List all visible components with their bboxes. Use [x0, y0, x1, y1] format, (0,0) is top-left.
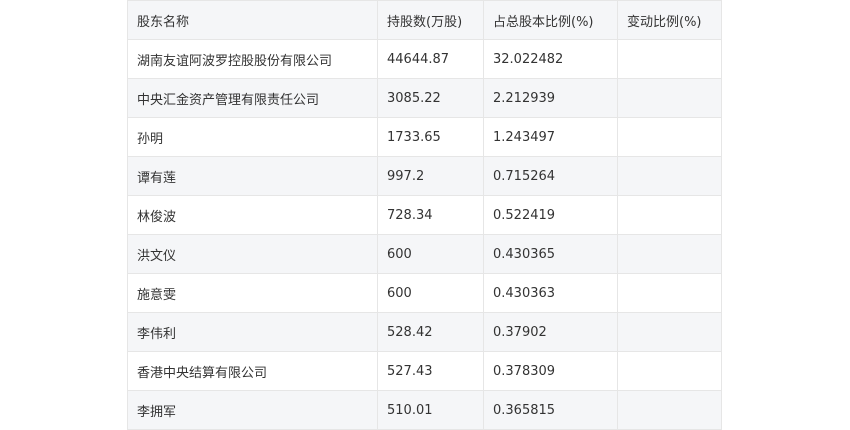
cell-shareholder-name: 施意雯 — [127, 273, 378, 313]
cell-shares-held: 510.01 — [377, 390, 484, 430]
cell-shares-held: 527.43 — [377, 351, 484, 391]
cell-share-ratio: 2.212939 — [483, 78, 618, 118]
cell-shares-held: 528.42 — [377, 312, 484, 352]
cell-shareholder-name: 中央汇金资产管理有限责任公司 — [127, 78, 378, 118]
cell-shareholder-name: 谭有莲 — [127, 156, 378, 196]
table-row: 中央汇金资产管理有限责任公司 3085.22 2.212939 — [127, 78, 722, 118]
cell-change-ratio — [617, 234, 722, 274]
cell-shareholder-name: 孙明 — [127, 117, 378, 157]
cell-share-ratio: 0.365815 — [483, 390, 618, 430]
table-row: 湖南友谊阿波罗控股股份有限公司 44644.87 32.022482 — [127, 39, 722, 79]
cell-change-ratio — [617, 312, 722, 352]
table-row: 李拥军 510.01 0.365815 — [127, 390, 722, 430]
cell-shareholder-name: 李伟利 — [127, 312, 378, 352]
table-row: 施意雯 600 0.430363 — [127, 273, 722, 313]
table-row: 李伟利 528.42 0.37902 — [127, 312, 722, 352]
cell-change-ratio — [617, 390, 722, 430]
cell-shareholder-name: 李拥军 — [127, 390, 378, 430]
header-shares-held: 持股数(万股) — [377, 0, 484, 40]
table-row: 洪文仪 600 0.430365 — [127, 234, 722, 274]
cell-change-ratio — [617, 273, 722, 313]
header-change-ratio: 变动比例(%) — [617, 0, 722, 40]
table-row: 香港中央结算有限公司 527.43 0.378309 — [127, 351, 722, 391]
header-share-ratio: 占总股本比例(%) — [483, 0, 618, 40]
cell-share-ratio: 0.37902 — [483, 312, 618, 352]
table-row: 谭有莲 997.2 0.715264 — [127, 156, 722, 196]
cell-share-ratio: 0.715264 — [483, 156, 618, 196]
cell-shareholder-name: 洪文仪 — [127, 234, 378, 274]
cell-share-ratio: 0.378309 — [483, 351, 618, 391]
cell-share-ratio: 0.430365 — [483, 234, 618, 274]
cell-shares-held: 1733.65 — [377, 117, 484, 157]
shareholder-table-container: 股东名称 持股数(万股) 占总股本比例(%) 变动比例(%) 湖南友谊阿波罗控股… — [127, 0, 722, 430]
cell-change-ratio — [617, 78, 722, 118]
cell-shareholder-name: 湖南友谊阿波罗控股股份有限公司 — [127, 39, 378, 79]
cell-shares-held: 3085.22 — [377, 78, 484, 118]
cell-shares-held: 600 — [377, 234, 484, 274]
cell-shares-held: 728.34 — [377, 195, 484, 235]
cell-change-ratio — [617, 195, 722, 235]
header-shareholder-name: 股东名称 — [127, 0, 378, 40]
cell-share-ratio: 0.522419 — [483, 195, 618, 235]
cell-change-ratio — [617, 351, 722, 391]
cell-share-ratio: 1.243497 — [483, 117, 618, 157]
cell-shares-held: 44644.87 — [377, 39, 484, 79]
shareholder-table: 股东名称 持股数(万股) 占总股本比例(%) 变动比例(%) 湖南友谊阿波罗控股… — [127, 0, 722, 430]
cell-shares-held: 600 — [377, 273, 484, 313]
cell-share-ratio: 0.430363 — [483, 273, 618, 313]
cell-change-ratio — [617, 39, 722, 79]
cell-shareholder-name: 香港中央结算有限公司 — [127, 351, 378, 391]
table-header-row: 股东名称 持股数(万股) 占总股本比例(%) 变动比例(%) — [127, 0, 722, 40]
cell-change-ratio — [617, 156, 722, 196]
table-row: 林俊波 728.34 0.522419 — [127, 195, 722, 235]
table-row: 孙明 1733.65 1.243497 — [127, 117, 722, 157]
cell-shares-held: 997.2 — [377, 156, 484, 196]
cell-share-ratio: 32.022482 — [483, 39, 618, 79]
cell-shareholder-name: 林俊波 — [127, 195, 378, 235]
cell-change-ratio — [617, 117, 722, 157]
